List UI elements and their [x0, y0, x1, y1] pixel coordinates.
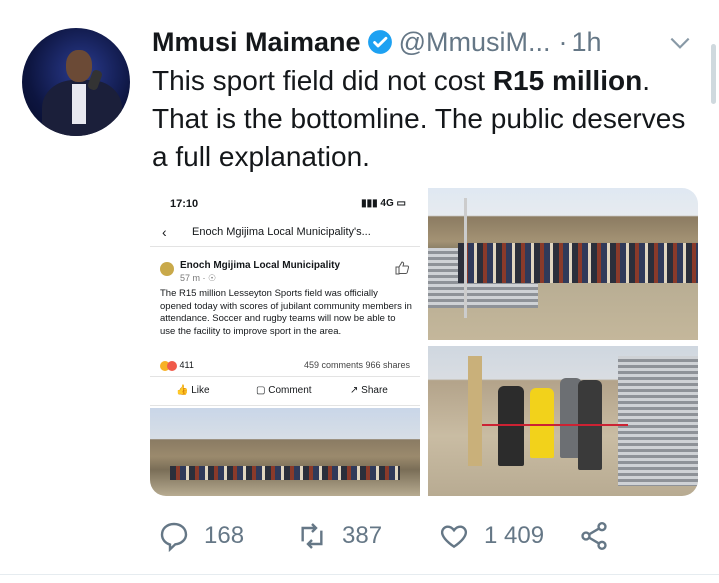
retweet-icon [301, 523, 323, 549]
municipality-logo-icon [160, 262, 174, 276]
reply-count: 168 [204, 522, 245, 549]
person [498, 386, 524, 466]
post-photo [150, 408, 420, 496]
post-share: ↗ Share [350, 385, 388, 396]
post-like: 👍 Like [176, 385, 210, 396]
media-image-ribbon-cutting[interactable] [428, 346, 698, 496]
reaction-emoji-icon [167, 360, 177, 371]
reaction-count: 411 [179, 360, 194, 370]
verified-badge-icon [367, 29, 393, 55]
retweet-count: 387 [342, 522, 383, 549]
post-comment-label: Comment [268, 385, 312, 396]
share-icon [581, 522, 607, 550]
phone-nav-title: Enoch Mgijima Local Municipality's... [192, 226, 371, 238]
reply-button[interactable]: 168 [158, 516, 244, 556]
author-handle[interactable]: @MmusiM... [399, 27, 551, 58]
ribbon [468, 424, 628, 426]
tweet-text-part: . [642, 65, 650, 96]
post-meta: 57 m · ☉ [180, 273, 217, 283]
post-body: The R15 million Lesseyton Sports field w… [160, 288, 412, 337]
post-page-name: Enoch Mgijima Local Municipality [180, 260, 341, 271]
post-comment: ▢ Comment [256, 385, 312, 396]
post-counts: 459 comments 966 shares [303, 360, 410, 370]
like-icon [440, 525, 468, 549]
reply-icon [160, 522, 188, 552]
phone-signal: ▮▮▮ 4G ▭ [361, 198, 406, 209]
tweet-text: This sport field did not cost R15 millio… [152, 62, 697, 176]
share-button[interactable] [578, 516, 624, 556]
back-arrow-icon: ‹ [162, 224, 167, 240]
media-image-screenshot[interactable]: 17:10 ▮▮▮ 4G ▭ ‹ Enoch Mgijima Local Mun… [150, 188, 423, 496]
tweet-header: Mmusi Maimane @MmusiM... · 1h [152, 26, 602, 58]
post-reactions: 411 [160, 360, 194, 371]
tweet-text-bold: R15 million [492, 65, 643, 96]
separator-dot: · [558, 26, 568, 57]
phone-time: 17:10 [170, 198, 199, 210]
crowd [170, 466, 400, 480]
author-name[interactable]: Mmusi Maimane [152, 27, 361, 58]
tweet-text-rest: That is the bottomline. The public deser… [152, 103, 686, 172]
chevron-down-icon[interactable] [667, 30, 693, 56]
flag-pole [464, 198, 467, 318]
like-page-icon [394, 260, 410, 276]
avatar-head [66, 50, 92, 82]
author-avatar[interactable] [22, 28, 130, 136]
phone-nav-bar: ‹ Enoch Mgijima Local Municipality's... [150, 218, 420, 247]
tweet-text-part: This sport field did not cost [152, 65, 493, 96]
crowd [458, 243, 698, 283]
post-like-label: Like [191, 385, 210, 396]
tweet-actions: 168 387 1 409 [150, 516, 710, 556]
media-image-stands[interactable] [428, 188, 698, 340]
divider [0, 574, 719, 575]
scrollbar[interactable] [711, 44, 716, 104]
grandstand [618, 356, 698, 486]
like-count: 1 409 [484, 522, 545, 549]
retweet-button[interactable]: 387 [296, 516, 382, 556]
like-button[interactable]: 1 409 [438, 516, 544, 556]
person [530, 388, 554, 458]
post-actions: 👍 Like ▢ Comment ↗ Share [150, 376, 420, 406]
phone-network: 4G [380, 198, 394, 209]
banner [468, 356, 482, 466]
media-grid: 17:10 ▮▮▮ 4G ▭ ‹ Enoch Mgijima Local Mun… [150, 188, 698, 496]
avatar-shirt [72, 84, 86, 124]
phone-status-bar: 17:10 ▮▮▮ 4G ▭ [150, 188, 420, 218]
tweet-timestamp[interactable]: 1h [571, 27, 601, 58]
post-share-label: Share [361, 385, 388, 396]
